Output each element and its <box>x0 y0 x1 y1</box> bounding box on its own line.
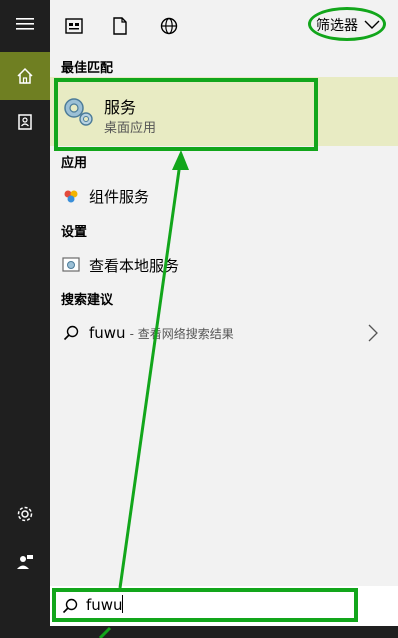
document-icon <box>113 17 127 35</box>
feedback-button[interactable] <box>0 538 50 586</box>
component-services-icon <box>59 184 83 208</box>
notebook-button[interactable] <box>0 98 50 146</box>
settings-gear-icon <box>17 506 33 522</box>
suggestion-tail: - 查看网络搜索结果 <box>129 326 234 341</box>
toolbar: 筛选器 <box>50 0 398 52</box>
search-suggestions-header: 搜索建议 <box>61 293 114 308</box>
apps-header: 应用 <box>61 156 88 171</box>
best-match-header: 最佳匹配 <box>61 61 114 76</box>
list-item-label: 组件服务 <box>89 187 150 206</box>
apps-filter-button[interactable] <box>61 13 87 39</box>
home-button[interactable] <box>0 52 50 100</box>
chevron-right-icon <box>368 324 378 342</box>
search-results-panel: 筛选器 最佳匹配 服务 桌面应用 应用 组件服务 设置 查看本地服务 搜索建议 <box>50 0 398 638</box>
home-icon <box>17 67 33 84</box>
list-item-label: 查看本地服务 <box>89 256 180 275</box>
annotation-ring <box>308 7 386 41</box>
search-icon <box>59 321 83 345</box>
list-item-web-suggestion[interactable]: fuwu - 查看网络搜索结果 <box>50 315 398 351</box>
settings-header: 设置 <box>61 225 88 240</box>
search-bar[interactable]: fuwu <box>50 586 398 626</box>
web-filter-button[interactable] <box>156 13 182 39</box>
list-item-view-local-services[interactable]: 查看本地服务 <box>50 247 398 283</box>
list-item-component-services[interactable]: 组件服务 <box>50 178 398 214</box>
filter-dropdown[interactable]: 筛选器 <box>308 7 386 41</box>
best-match-item[interactable]: 服务 桌面应用 <box>50 77 398 151</box>
annotation-box <box>54 78 318 151</box>
documents-filter-button[interactable] <box>107 13 133 39</box>
taskbar <box>0 626 398 638</box>
hamburger-menu-button[interactable] <box>0 0 50 48</box>
services-settings-icon <box>59 253 83 277</box>
left-rail <box>0 0 50 638</box>
hamburger-menu-icon <box>16 18 34 30</box>
settings-button[interactable] <box>0 490 50 538</box>
web-globe-icon <box>160 17 178 35</box>
annotation-box <box>52 588 358 622</box>
notebook-icon <box>18 114 32 130</box>
feedback-person-icon <box>17 555 33 569</box>
apps-icon <box>65 18 83 34</box>
suggestion-query: fuwu <box>89 324 126 342</box>
